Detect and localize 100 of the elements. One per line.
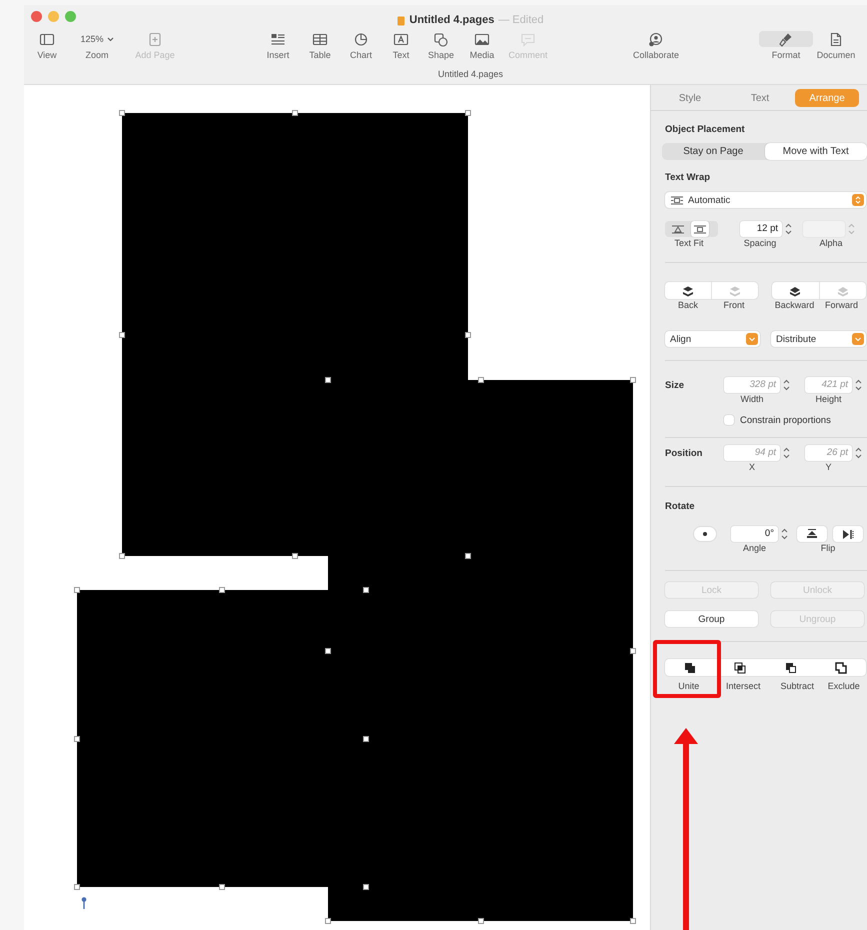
toolbar-button[interactable]: 125% Zoom — [67, 31, 127, 65]
selection-handle[interactable] — [325, 648, 331, 654]
align-dropdown[interactable]: Align — [665, 331, 760, 347]
selection-handle[interactable] — [292, 553, 298, 559]
unite-icon — [684, 662, 696, 674]
popup-arrows-icon — [852, 194, 864, 206]
field-label: Exclude — [826, 680, 861, 692]
field-label: Y — [824, 461, 832, 473]
text-fit-option[interactable] — [691, 221, 709, 237]
selection-handle[interactable] — [119, 553, 125, 559]
flip-vertical-button[interactable] — [797, 526, 827, 542]
toolbar-button[interactable]: Media — [461, 31, 503, 65]
selection-handle[interactable] — [630, 377, 636, 383]
send-back-icon — [680, 284, 696, 296]
zoom-value: 125% — [80, 31, 114, 47]
brush-icon — [778, 32, 794, 46]
selection-handle[interactable] — [119, 332, 125, 338]
toolbar-button[interactable]: Insert — [257, 31, 299, 65]
selection-handle[interactable] — [630, 918, 636, 924]
flip-horizontal-button[interactable] — [833, 526, 863, 542]
stepper-icon — [847, 223, 856, 235]
selection-handle[interactable] — [465, 110, 471, 116]
stepper-icon — [782, 379, 791, 391]
chart-icon — [353, 32, 369, 46]
toolbar-button[interactable]: Shape — [421, 31, 461, 65]
inspector-tab[interactable]: Style — [655, 89, 725, 107]
number-field[interactable]: 12 pt — [740, 221, 782, 237]
person-plus-icon — [648, 32, 664, 46]
toolbar-button[interactable]: Text — [381, 31, 421, 65]
toolbar-button[interactable]: Chart — [341, 31, 381, 65]
table-icon — [312, 32, 328, 46]
wrap-tight-icon — [671, 224, 685, 234]
section-title: Object Placement — [665, 124, 746, 136]
selection-handle[interactable] — [465, 553, 471, 559]
selection-handle[interactable] — [74, 587, 80, 593]
group-button[interactable]: Group — [665, 611, 758, 627]
selection-handle[interactable] — [325, 377, 331, 383]
field-label: Angle — [742, 542, 768, 554]
speech-bubble-icon — [520, 32, 536, 46]
checkbox[interactable] — [724, 415, 734, 425]
field-label: Subtract — [779, 680, 816, 692]
window-control[interactable] — [31, 11, 42, 22]
text-box-icon — [393, 32, 409, 46]
window-title: Untitled 4.pages — [409, 14, 494, 26]
document-name: Untitled 4.pages — [438, 69, 504, 79]
wrap-dropdown[interactable]: Automatic — [665, 192, 866, 208]
distribute-dropdown[interactable]: Distribute — [771, 331, 866, 347]
window-control[interactable] — [48, 11, 59, 22]
field-label: Back — [676, 299, 699, 311]
section-title: Rotate — [665, 501, 696, 513]
section-title: Position — [665, 448, 704, 458]
section-title: Text Wrap — [665, 172, 712, 184]
selection-handle[interactable] — [363, 736, 369, 742]
section-title: Size — [665, 380, 686, 390]
stepper-icon — [780, 528, 789, 540]
highlight-box — [653, 640, 721, 698]
subtract-icon — [784, 662, 797, 674]
selection-handle[interactable] — [219, 884, 225, 890]
selection-handle[interactable] — [325, 918, 331, 924]
toolbar-button[interactable]: Format — [759, 31, 813, 65]
selection-handle[interactable] — [363, 884, 369, 890]
field-label: X — [748, 461, 756, 473]
field-label: Backward — [774, 299, 816, 311]
document-icon — [828, 32, 844, 46]
toolbar-button[interactable]: View — [27, 31, 67, 65]
stepper-icon — [854, 447, 863, 459]
document-icon — [397, 16, 406, 26]
field-label: Alpha — [818, 237, 844, 249]
segment-option[interactable]: Stay on Page — [662, 143, 764, 160]
selection-handle[interactable] — [630, 648, 636, 654]
rotation-knob-icon — [693, 526, 717, 542]
intersect-icon — [734, 662, 746, 674]
field-label: Forward — [824, 299, 859, 311]
toolbar-button[interactable]: Table — [299, 31, 341, 65]
field-label: Width — [739, 393, 764, 405]
shape-icon — [433, 32, 449, 46]
stepper-icon — [854, 379, 863, 391]
selection-handle[interactable] — [478, 918, 484, 924]
edited-status: — Edited — [498, 14, 544, 26]
selection-handle[interactable] — [465, 332, 471, 338]
wrap-icon — [670, 196, 684, 204]
selection-handle[interactable] — [119, 110, 125, 116]
selection-handle[interactable] — [74, 884, 80, 890]
field-label: Unite — [677, 680, 700, 692]
add-page-icon — [147, 32, 163, 46]
selection-handle[interactable] — [219, 587, 225, 593]
toolbar-button[interactable]: Collaborate — [623, 31, 689, 65]
wrap-box-icon — [693, 224, 707, 234]
selection-handle[interactable] — [478, 377, 484, 383]
toolbar-button[interactable]: Documen — [813, 31, 859, 65]
window-control[interactable] — [65, 11, 76, 22]
selection-handle[interactable] — [74, 736, 80, 742]
field-label: Spacing — [742, 237, 778, 249]
segment-option[interactable]: Move with Text — [764, 143, 867, 160]
number-field[interactable]: 0° — [731, 526, 778, 542]
selection-handle[interactable] — [292, 110, 298, 116]
flip-vertical-icon — [806, 528, 818, 540]
selection-handle[interactable] — [363, 587, 369, 593]
inspector-tab[interactable]: Text — [725, 89, 795, 107]
field-label: Text Fit — [673, 237, 704, 249]
